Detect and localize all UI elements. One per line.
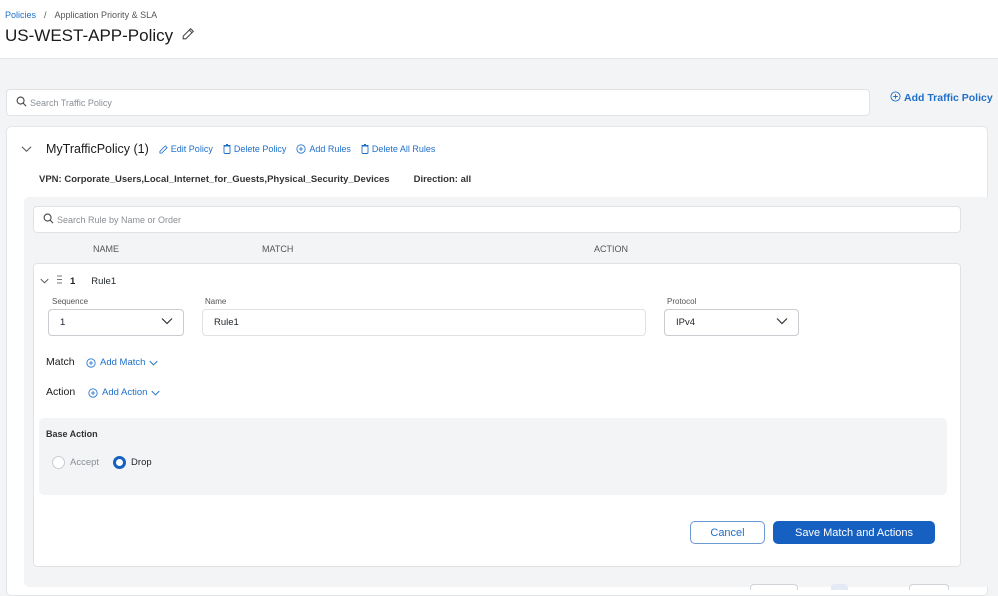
radio-accept-indicator[interactable] (52, 456, 65, 469)
breadcrumb: Policies / Application Priority & SLA (5, 10, 157, 20)
add-traffic-policy-button[interactable]: Add Traffic Policy (890, 91, 993, 105)
direction: Direction: all (413, 174, 472, 185)
save-match-and-actions-button[interactable]: Save Match and Actions (773, 521, 935, 544)
protocol-value: IPv4 (676, 317, 696, 328)
chevron-down-icon (776, 317, 788, 328)
base-action-radio-group: Accept Drop (52, 456, 152, 469)
rule-header: 1 Rule1 (40, 275, 116, 287)
edit-policy-button[interactable]: Edit Policy (159, 144, 213, 154)
base-action-section: Base Action Accept Drop (39, 418, 947, 495)
delete-all-rules-label: Delete All Rules (371, 144, 436, 154)
delete-policy-label: Delete Policy (233, 144, 287, 154)
page-header: Policies / Application Priority & SLA US… (0, 0, 998, 59)
add-match-button[interactable]: Add Match (86, 357, 158, 368)
pagination-current-page[interactable] (831, 584, 848, 590)
chevron-down-icon[interactable] (21, 140, 32, 158)
policy-info: VPN: Corporate_Users,Local_Internet_for_… (39, 174, 471, 185)
rule-order: 1 (70, 275, 76, 287)
chevron-down-icon (161, 317, 173, 328)
radio-drop[interactable]: Drop (113, 456, 152, 469)
rules-panel: NAME MATCH ACTION 1 Rule1 Sequence 1 (24, 197, 998, 587)
breadcrumb-current: Application Priority & SLA (54, 10, 158, 20)
search-icon (16, 94, 27, 112)
search-traffic-policy-input[interactable] (30, 97, 798, 108)
radio-drop-indicator[interactable] (113, 456, 127, 469)
policy-name: MyTrafficPolicy (1) (46, 142, 149, 156)
delete-policy-button[interactable]: Delete Policy (223, 144, 287, 154)
add-traffic-policy-label: Add Traffic Policy (904, 92, 993, 104)
pencil-icon[interactable] (181, 26, 195, 46)
pagination-control[interactable] (909, 584, 949, 590)
cancel-button[interactable]: Cancel (690, 521, 765, 544)
add-rules-label: Add Rules (309, 144, 351, 154)
plus-circle-icon (86, 357, 96, 368)
sequence-value: 1 (60, 317, 66, 328)
trash-icon (361, 144, 369, 154)
sequence-label: Sequence (52, 297, 89, 306)
page-title: US-WEST-APP-Policy (5, 26, 174, 45)
sequence-select[interactable]: 1 (48, 309, 184, 336)
plus-circle-icon (296, 144, 306, 154)
plus-circle-icon (890, 91, 901, 105)
search-icon (43, 211, 54, 229)
radio-accept-label: Accept (70, 457, 100, 468)
breadcrumb-separator: / (44, 10, 47, 20)
column-name: NAME (93, 244, 120, 254)
breadcrumb-policies-link[interactable]: Policies (5, 10, 36, 20)
rule-editor: 1 Rule1 Sequence 1 Name Rule1 Protocol I… (33, 263, 961, 567)
add-rules-button[interactable]: Add Rules (296, 144, 351, 154)
base-action-title: Base Action (46, 429, 98, 439)
add-action-label: Add Action (102, 387, 148, 398)
chevron-down-icon (151, 390, 160, 396)
match-label: Match (46, 356, 75, 368)
action-label: Action (46, 386, 76, 398)
name-label: Name (205, 297, 227, 306)
protocol-label: Protocol (667, 297, 697, 306)
policy-header: MyTrafficPolicy (1) Edit Policy Delete P… (21, 140, 435, 158)
rule-name-value: Rule1 (214, 317, 239, 328)
pagination-control[interactable] (750, 584, 798, 590)
rule-name: Rule1 (91, 275, 117, 287)
edit-policy-label: Edit Policy (170, 144, 213, 154)
rule-name-input[interactable]: Rule1 (202, 309, 646, 336)
chevron-down-icon (149, 360, 158, 366)
pencil-icon (159, 144, 168, 154)
drag-handle-icon[interactable] (57, 275, 62, 287)
add-action-button[interactable]: Add Action (88, 387, 160, 398)
search-traffic-policy[interactable] (6, 89, 870, 116)
traffic-policy-card: MyTrafficPolicy (1) Edit Policy Delete P… (6, 126, 998, 596)
add-match-label: Add Match (100, 357, 146, 368)
plus-circle-icon (88, 387, 98, 398)
search-rule-input[interactable] (57, 214, 883, 225)
chevron-down-icon[interactable] (40, 276, 49, 287)
vpn-list: VPN: Corporate_Users,Local_Internet_for_… (39, 174, 390, 185)
page-title-row: US-WEST-APP-Policy (5, 26, 195, 46)
trash-icon (223, 144, 231, 154)
radio-drop-label: Drop (131, 457, 152, 468)
protocol-select[interactable]: IPv4 (664, 309, 799, 336)
search-rule[interactable] (33, 206, 961, 233)
column-match: MATCH (262, 244, 294, 254)
delete-all-rules-button[interactable]: Delete All Rules (361, 144, 436, 154)
radio-accept[interactable]: Accept (52, 456, 99, 469)
column-action: ACTION (594, 244, 629, 254)
